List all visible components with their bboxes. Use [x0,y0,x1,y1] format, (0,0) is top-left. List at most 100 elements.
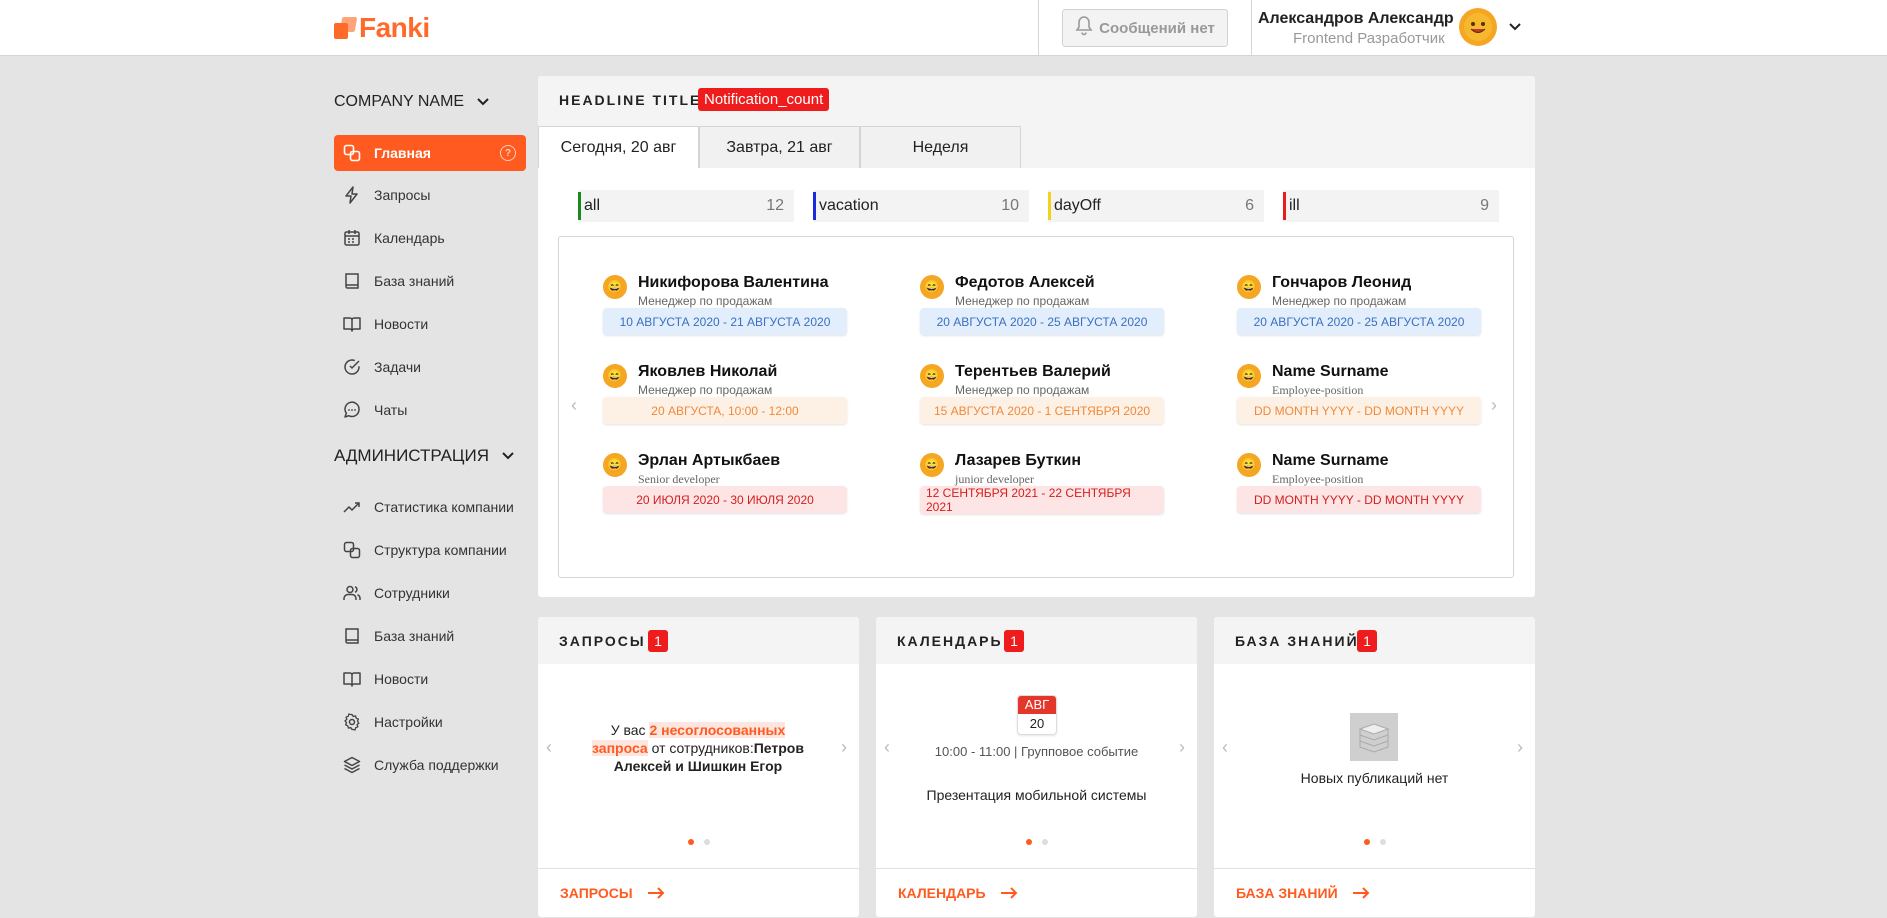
users-icon [342,583,362,603]
structure-icon [342,540,362,560]
avatar: 😄 [1237,453,1261,477]
carousel-dot[interactable] [1042,839,1048,845]
knowledge-card-header: БАЗА ЗНАНИЙ 1 [1214,617,1535,664]
user-name[interactable]: Александров Александр [1258,10,1454,28]
arrow-right-icon[interactable]: › [1491,395,1497,416]
sidebar-item-admin-knowledge-base[interactable]: База знаний [334,618,526,654]
stat-label: ill [1289,197,1300,214]
logo[interactable]: Fanki [334,14,430,42]
person-name: Эрлан Артыкбаев [638,452,781,469]
requests-text-middle: от сотрудников: [651,740,754,756]
stat-color-bar [1283,192,1286,220]
person-name: Name Surname [1272,363,1389,380]
sidebar-item-knowledge-base[interactable]: База знаний [334,263,526,299]
knowledge-title: БАЗА ЗНАНИЙ [1235,633,1359,649]
person-position: Менеджер по продажам [1272,294,1407,308]
sidebar-item-support[interactable]: Служба поддержки [334,747,526,783]
person-name: Федотов Алексей [955,274,1095,291]
requests-card: ЗАПРОСЫ 1 ‹ › У вас 2 несоглосованных за… [538,617,859,917]
sidebar-item-company-stats[interactable]: Статистика компании [334,489,526,525]
sidebar-item-requests[interactable]: Запросы [334,177,526,213]
sidebar-item-news[interactable]: Новости [334,306,526,342]
tab-week[interactable]: Неделя [860,126,1021,168]
calendar-day: 20 [1029,716,1045,731]
absence-dates: 20 АВГУСТА, 10:00 - 12:00 [603,397,847,424]
knowledge-empty-text: Новых публикаций нет [1300,770,1449,786]
arrow-right-icon[interactable]: › [841,737,847,758]
calendar-title: КАЛЕНДАРЬ [897,633,1003,649]
requests-footer-link[interactable]: ЗАПРОСЫ [538,868,859,917]
book-icon [342,626,362,646]
arrow-left-icon[interactable]: ‹ [546,737,552,758]
arrow-right-icon[interactable]: › [1517,737,1523,758]
carousel-dot[interactable] [1364,839,1370,845]
tab-today[interactable]: Сегодня, 20 авг [538,126,699,168]
stat-label: dayOff [1054,197,1101,214]
sidebar-item-label: Служба поддержки [374,757,499,773]
arrow-left-icon[interactable]: ‹ [571,395,577,416]
people-list: ‹ › 😄 Никифорова Валентина Менеджер по п… [558,236,1514,578]
carousel-dot[interactable] [1380,839,1386,845]
notifications-label: Сообщений нет [1099,19,1215,37]
arrow-left-icon[interactable]: ‹ [1222,737,1228,758]
calendar-footer-link[interactable]: КАЛЕНДАРЬ [876,868,1197,917]
help-icon[interactable]: ? [500,145,516,161]
absence-dates: 10 АВГУСТА 2020 - 21 АВГУСТА 2020 [603,308,847,335]
avatar: 😄 [603,453,627,477]
stat-vacation[interactable]: vacation 10 [813,190,1029,222]
sidebar-item-calendar[interactable]: Календарь [334,220,526,256]
sidebar-item-company-structure[interactable]: Структура компании [334,532,526,568]
knowledge-badge: 1 [1357,630,1377,652]
sidebar-item-admin-news[interactable]: Новости [334,661,526,697]
knowledge-footer-link[interactable]: БАЗА ЗНАНИЙ [1214,868,1535,917]
sidebar-item-label: Сотрудники [374,585,450,601]
event-time: 10:00 - 11:00 | Групповое событие [934,744,1139,759]
sidebar-item-chats[interactable]: Чаты [334,392,526,428]
stat-count: 12 [766,197,784,214]
chat-icon [342,400,362,420]
event-title[interactable]: Презентация мобильной системы [876,787,1197,803]
absence-dates: 20 АВГУСТА 2020 - 25 АВГУСТА 2020 [1237,308,1481,335]
sidebar-item-employees[interactable]: Сотрудники [334,575,526,611]
stat-label: vacation [819,197,879,214]
chevron-down-icon [477,98,489,106]
absence-dates: 12 СЕНТЯБРЯ 2021 - 22 СЕНТЯБРЯ 2021 [920,486,1164,514]
stat-count: 9 [1480,197,1489,214]
sidebar-item-home[interactable]: Главная ? [334,135,526,171]
carousel-dot[interactable] [704,839,710,845]
requests-badge: 1 [648,630,668,652]
calendar-date-badge: АВГ 20 [1017,695,1057,735]
avatar[interactable] [1459,8,1497,46]
knowledge-footer-label: БАЗА ЗНАНИЙ [1236,885,1338,901]
stat-label: all [584,197,601,214]
sidebar-item-tasks[interactable]: Задачи [334,349,526,385]
avatar: 😄 [920,364,944,388]
home-icon [342,143,362,163]
calendar-icon [342,228,362,248]
stat-count: 10 [1001,197,1019,214]
company-selector[interactable]: COMPANY NAME [334,93,490,111]
sidebar-item-settings[interactable]: Настройки [334,704,526,740]
tab-tomorrow[interactable]: Завтра, 21 авг [699,126,860,168]
arrow-right-icon [1352,887,1370,899]
admin-title: АДМИНИСТРАЦИЯ [334,446,490,465]
carousel-dot[interactable] [1026,839,1032,845]
stat-ill[interactable]: ill 9 [1283,190,1499,222]
headline-title: HEADLINE TITLE [559,92,702,108]
carousel-dot[interactable] [688,839,694,845]
stat-dayoff[interactable]: dayOff 6 [1048,190,1264,222]
person-position: junior developer [955,472,1034,486]
calendar-card: КАЛЕНДАРЬ 1 ‹ › АВГ 20 10:00 - 11:00 | Г… [876,617,1197,917]
logo-text: Fanki [359,12,430,43]
stat-all[interactable]: all 12 [578,190,794,222]
person-name: Лазарев Буткин [955,452,1082,469]
chevron-down-icon[interactable] [1508,20,1522,39]
requests-card-header: ЗАПРОСЫ 1 [538,617,859,664]
notifications-button[interactable]: Сообщений нет [1062,9,1228,47]
admin-section-toggle[interactable]: АДМИНИСТРАЦИЯ [334,446,515,466]
person-name: Яковлев Николай [638,363,778,380]
books-icon [1350,713,1398,761]
sidebar-item-label: Запросы [374,187,431,203]
absence-dates: 20 АВГУСТА 2020 - 25 АВГУСТА 2020 [920,308,1164,335]
gear-icon [342,712,362,732]
